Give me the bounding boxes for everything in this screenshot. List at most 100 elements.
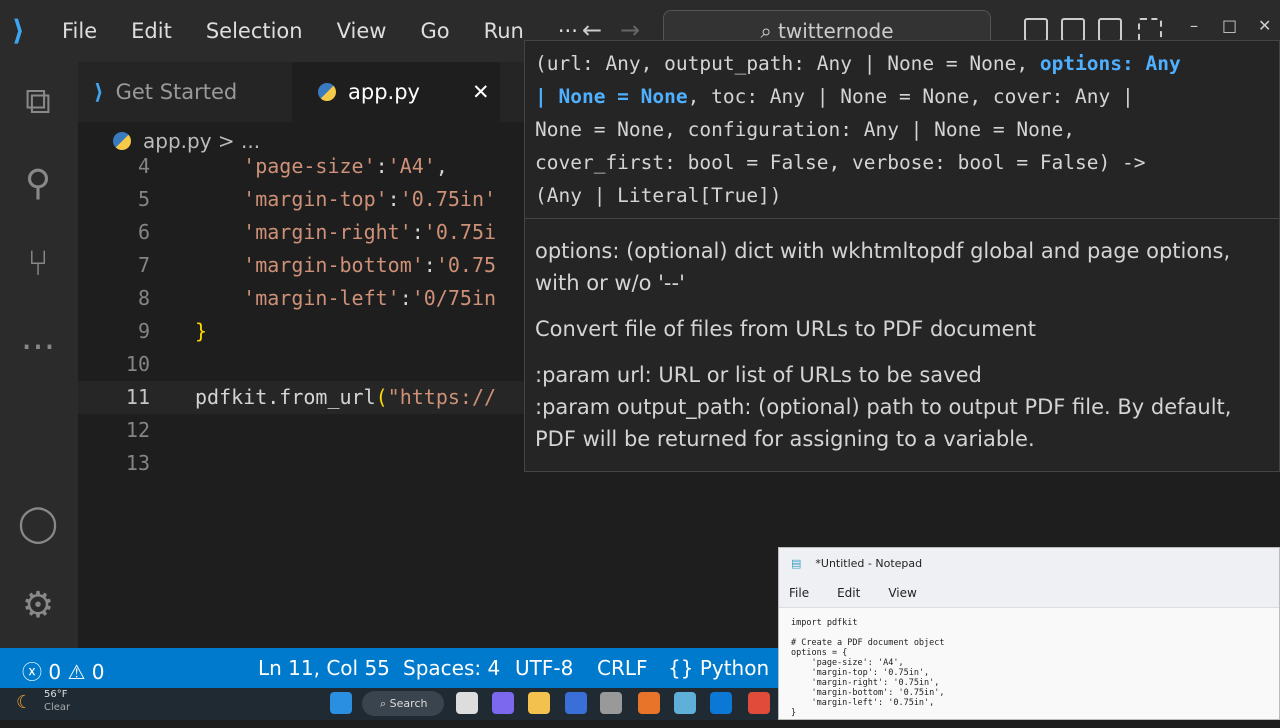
hover-tooltip: (url: Any, output_path: Any | None = Non… [524, 40, 1280, 472]
toggle-panel-icon[interactable] [1061, 18, 1085, 42]
start-icon[interactable] [330, 692, 352, 714]
problems-indicator[interactable]: ⓧ 0 ⚠ 0 [22, 656, 104, 685]
python-file-icon [318, 83, 336, 101]
code-token: 'margin-left' [243, 286, 400, 310]
function-signature: (url: Any, output_path: Any | None = Non… [525, 41, 1279, 218]
filezilla-icon[interactable] [565, 692, 587, 714]
activity-bar: ⧉ ⚲ ⑂ ··· ◯ ⚙ [0, 62, 78, 648]
code-token: 'margin-top' [243, 187, 388, 211]
signature-token: cover_first: bool = False, verbose: bool… [535, 151, 1146, 174]
line-number: 11 [125, 385, 150, 409]
code-token: '0/75in [411, 286, 497, 310]
line-number: 13 [125, 451, 150, 475]
doc-paragraph: :param url: URL or list of URLs to be sa… [535, 363, 982, 387]
code-line[interactable]: 4 'page-size':'A4', [78, 150, 524, 183]
indentation[interactable]: Spaces: 4 [403, 656, 500, 680]
code-line[interactable]: 8 'margin-left':'0/75in [78, 282, 524, 315]
notepad-text-area[interactable]: import pdfkit # Create a PDF document ob… [779, 608, 1279, 728]
code-token: '0.75 [435, 253, 497, 277]
customize-layout-icon[interactable] [1138, 18, 1162, 42]
language-mode[interactable]: {} Python [668, 656, 769, 680]
tab-label: Get Started [115, 80, 238, 104]
toggle-secondary-sidebar-icon[interactable] [1098, 18, 1122, 42]
code-line[interactable]: 6 'margin-right':'0.75i [78, 216, 524, 249]
menu-view[interactable]: View [337, 19, 387, 43]
line-number: 9 [137, 319, 150, 343]
notepad-menu: File Edit View [779, 578, 1279, 608]
code-token: , [435, 154, 448, 178]
search-icon[interactable]: ⚲ [16, 162, 60, 206]
source-control-icon[interactable]: ⑂ [16, 242, 60, 286]
tab-label: app.py [348, 80, 420, 104]
line-ending[interactable]: CRLF [597, 656, 648, 680]
code-token: : [375, 154, 388, 178]
notepad-title: *Untitled - Notepad [815, 556, 923, 570]
close-window-button[interactable]: ✕ [1258, 16, 1271, 35]
code-token: : [387, 187, 400, 211]
code-token: : [423, 253, 436, 277]
weather-condition[interactable]: Clear [44, 702, 70, 713]
code-token: 'margin-right' [243, 220, 412, 244]
code-line[interactable]: 13 [78, 447, 524, 480]
notepad-icon[interactable] [674, 692, 696, 714]
settings-gear-icon[interactable]: ⚙ [16, 584, 60, 628]
code-line[interactable]: 12 [78, 414, 524, 447]
menu-selection[interactable]: Selection [206, 19, 303, 43]
error-icon: ⓧ [22, 660, 42, 684]
code-token: ( [375, 385, 388, 409]
account-icon[interactable]: ◯ [16, 502, 60, 546]
maximize-button[interactable]: □ [1222, 16, 1237, 35]
explorer-icon[interactable]: ⧉ [16, 80, 60, 124]
code-token: } [195, 319, 208, 343]
notepad-menu-file[interactable]: File [789, 586, 809, 600]
language-label: Python [699, 656, 770, 680]
menu-run[interactable]: Run [484, 19, 524, 43]
signature-line: (url: Any, output_path: Any | None = Non… [535, 47, 1269, 80]
signature-token: (url: Any, output_path: Any | None = Non… [535, 52, 1040, 75]
code-line[interactable]: 11 pdfkit.from_url("https:// [78, 381, 524, 414]
line-number: 5 [137, 187, 150, 211]
app-icon[interactable] [600, 692, 622, 714]
minimize-button[interactable]: – [1190, 16, 1198, 35]
menu-file[interactable]: File [62, 19, 97, 43]
braces-icon: {} [668, 656, 694, 680]
code-line[interactable]: 7 'margin-bottom':'0.75 [78, 249, 524, 282]
toggle-sidebar-icon[interactable] [1024, 18, 1048, 42]
outlook-icon[interactable] [710, 692, 732, 714]
notepad-menu-edit[interactable]: Edit [837, 586, 860, 600]
warning-count: 0 [91, 660, 105, 684]
code-editor[interactable]: 4 'page-size':'A4', 5 'margin-top':'0.75i… [78, 150, 524, 490]
teams-icon[interactable] [492, 692, 514, 714]
code-token: 'A4' [387, 154, 436, 178]
code-line[interactable]: 10 [78, 348, 524, 381]
task-view-icon[interactable] [456, 692, 478, 714]
signature-token: (Any | Literal[True]) [535, 184, 782, 207]
signature-token: , toc: Any | None = None, cover: Any | [687, 85, 1134, 108]
xampp-icon[interactable] [638, 692, 660, 714]
code-line[interactable]: 5 'margin-top':'0.75in' [78, 183, 524, 216]
signature-line: cover_first: bool = False, verbose: bool… [535, 146, 1269, 179]
code-line[interactable]: 9} [78, 315, 524, 348]
file-explorer-icon[interactable] [528, 692, 550, 714]
close-tab-icon[interactable]: ✕ [472, 80, 490, 104]
menu-go[interactable]: Go [420, 19, 449, 43]
encoding[interactable]: UTF-8 [515, 656, 573, 680]
taskbar-search[interactable]: ⌕ Search [362, 691, 444, 716]
menu-edit[interactable]: Edit [131, 19, 172, 43]
signature-token: None = None, configuration: Any | None =… [535, 118, 1076, 141]
signature-line: | None = None, toc: Any | None = None, c… [535, 80, 1269, 113]
code-token: pdfkit.from_url [195, 385, 376, 409]
tab-app-py[interactable]: app.py ✕ [292, 62, 500, 122]
tab-get-started[interactable]: ⟩ Get Started [78, 62, 292, 122]
line-number: 12 [125, 418, 150, 442]
chrome-icon[interactable] [748, 692, 770, 714]
signature-token: | None = None [535, 85, 688, 108]
temperature[interactable]: 56°F [44, 689, 67, 700]
more-icon[interactable]: ··· [16, 326, 60, 370]
notepad-menu-view[interactable]: View [888, 586, 916, 600]
cursor-position[interactable]: Ln 11, Col 55 [258, 656, 390, 680]
signature-line: None = None, configuration: Any | None =… [535, 113, 1269, 146]
